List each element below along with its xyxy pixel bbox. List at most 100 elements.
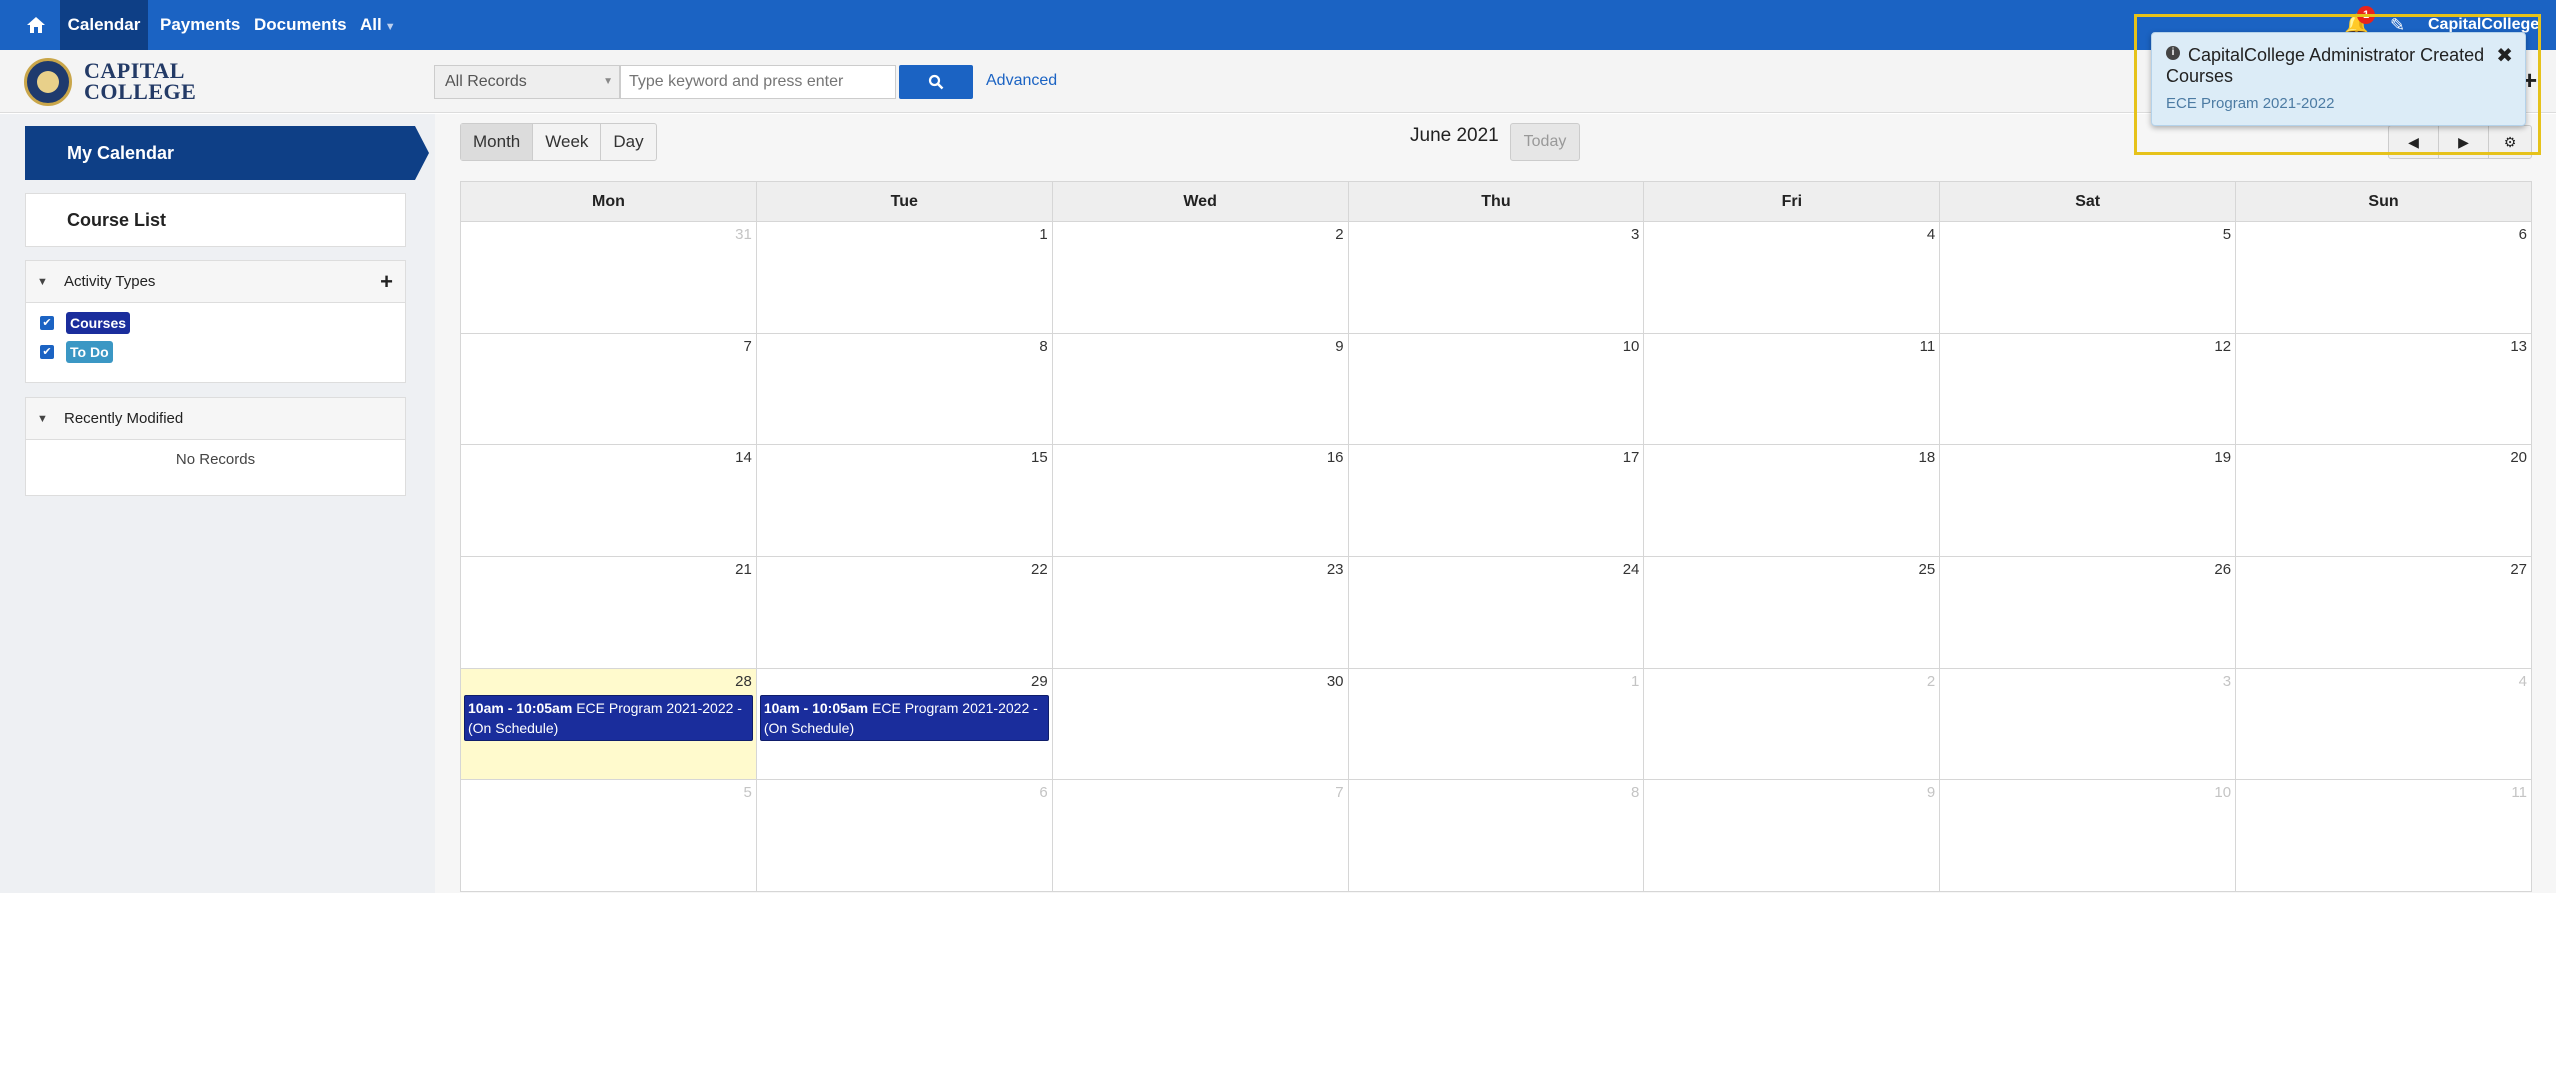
day-cell[interactable]: 11 bbox=[1643, 332, 1941, 446]
day-cell[interactable]: 16 bbox=[1051, 444, 1349, 557]
day-cell[interactable]: 4 bbox=[2235, 667, 2532, 781]
day-number: 27 bbox=[2510, 560, 2527, 578]
view-month-button[interactable]: Month bbox=[461, 124, 534, 160]
home-icon[interactable] bbox=[22, 0, 50, 50]
day-cell[interactable]: 13 bbox=[2235, 332, 2532, 446]
day-cell[interactable]: 17 bbox=[1347, 444, 1645, 557]
day-cell[interactable]: 3 bbox=[1347, 221, 1645, 334]
day-number: 5 bbox=[2222, 226, 2232, 243]
day-cell[interactable]: 20 bbox=[2235, 444, 2532, 557]
day-cell[interactable]: 11 bbox=[2235, 779, 2532, 892]
day-cell[interactable]: 9 bbox=[1643, 779, 1941, 892]
day-cell[interactable]: 4 bbox=[1643, 221, 1941, 334]
day-number: 31 bbox=[735, 226, 752, 243]
toast-subtitle[interactable]: ECE Program 2021-2022 bbox=[2166, 95, 2334, 112]
day-number: 9 bbox=[1335, 337, 1344, 355]
record-type-select[interactable]: All Records ▼ bbox=[434, 65, 620, 99]
day-number: 12 bbox=[2214, 337, 2232, 355]
day-cell[interactable]: 2 bbox=[1051, 221, 1349, 334]
day-cell[interactable]: 7 bbox=[1051, 779, 1349, 892]
day-cell[interactable]: 21 bbox=[460, 555, 757, 669]
day-cell[interactable]: 22 bbox=[755, 555, 1053, 669]
close-icon[interactable]: ✖ bbox=[2496, 43, 2513, 68]
day-cell[interactable]: 15 bbox=[755, 444, 1053, 557]
chevron-down-icon: ▼ bbox=[384, 21, 396, 33]
calendar-event[interactable]: 10am - 10:05am ECE Program 2021-2022 - (… bbox=[759, 694, 1049, 741]
day-number: 3 bbox=[2222, 672, 2232, 690]
nav-payments[interactable]: Payments bbox=[160, 0, 240, 50]
day-cell[interactable]: 5 bbox=[1939, 221, 2237, 334]
calendar-title: June 2021 bbox=[1410, 125, 1499, 146]
nav-all-label: All bbox=[360, 15, 382, 34]
recently-modified-title: Recently Modified bbox=[64, 410, 184, 427]
search-input[interactable] bbox=[620, 65, 896, 99]
view-day-button[interactable]: Day bbox=[601, 124, 655, 160]
day-cell[interactable]: 5 bbox=[460, 779, 757, 892]
day-cell[interactable]: 30 bbox=[1051, 667, 1349, 781]
day-cell[interactable]: 6 bbox=[2235, 221, 2532, 334]
day-cell[interactable]: 3 bbox=[1939, 667, 2237, 781]
nav-calendar[interactable]: Calendar bbox=[60, 0, 148, 50]
sidebar-item-course-list[interactable]: Course List bbox=[25, 193, 406, 247]
day-cell[interactable]: 24 bbox=[1347, 555, 1645, 669]
activity-types-header[interactable]: ▼ Activity Types + bbox=[26, 261, 405, 303]
day-cell[interactable]: 8 bbox=[755, 332, 1053, 446]
day-cell[interactable]: 18 bbox=[1643, 444, 1941, 557]
day-cell[interactable]: 9 bbox=[1051, 332, 1349, 446]
nav-all[interactable]: All ▼ bbox=[360, 0, 396, 50]
day-cell[interactable]: 23 bbox=[1051, 555, 1349, 669]
week-row: 14 15 16 17 18 19 20 bbox=[460, 444, 2532, 557]
courses-checkbox[interactable]: ✔ bbox=[40, 316, 54, 330]
day-number: 20 bbox=[2510, 449, 2527, 467]
day-cell[interactable]: 6 bbox=[755, 779, 1053, 892]
day-cell[interactable]: 14 bbox=[460, 444, 757, 557]
day-cell[interactable]: 7 bbox=[460, 332, 757, 446]
day-cell[interactable]: 27 bbox=[2235, 555, 2532, 669]
day-cell[interactable]: 25 bbox=[1643, 555, 1941, 669]
recently-modified-panel: ▼ Recently Modified No Records bbox=[25, 397, 406, 496]
activity-type-courses: ✔ Courses bbox=[26, 309, 405, 338]
notification-toast[interactable]: i CapitalCollege Administrator Created C… bbox=[2151, 32, 2526, 126]
day-number: 16 bbox=[1326, 449, 1344, 467]
view-week-button[interactable]: Week bbox=[533, 124, 602, 160]
day-cell[interactable]: 1 bbox=[1347, 667, 1645, 781]
day-number: 30 bbox=[1326, 672, 1344, 690]
todo-checkbox[interactable]: ✔ bbox=[40, 345, 54, 359]
calendar-event[interactable]: 10am - 10:05am ECE Program 2021-2022 - (… bbox=[464, 694, 753, 741]
day-cell[interactable]: 2 bbox=[1643, 667, 1941, 781]
record-select-value: All Records bbox=[445, 73, 527, 90]
day-number: 7 bbox=[743, 337, 752, 355]
search-button[interactable] bbox=[899, 65, 973, 99]
day-cell[interactable]: 10 bbox=[1939, 779, 2237, 892]
day-cell-today[interactable]: 28 10am - 10:05am ECE Program 2021-2022 … bbox=[460, 667, 757, 781]
today-button[interactable]: Today bbox=[1510, 123, 1580, 161]
chevron-down-icon: ▼ bbox=[603, 76, 613, 87]
collapse-triangle-icon: ▼ bbox=[37, 413, 48, 425]
day-number: 1 bbox=[1631, 672, 1640, 690]
day-number: 1 bbox=[1039, 226, 1048, 243]
week-row: 31 1 2 3 4 5 6 bbox=[460, 221, 2532, 334]
day-number: 24 bbox=[1622, 560, 1640, 578]
week-row: 7 8 9 10 11 12 13 bbox=[460, 332, 2532, 446]
add-activity-type-icon[interactable]: + bbox=[380, 261, 393, 303]
college-logo-text: CAPITAL COLLEGE bbox=[84, 60, 196, 103]
recently-modified-header[interactable]: ▼ Recently Modified bbox=[26, 398, 405, 440]
day-cell[interactable]: 12 bbox=[1939, 332, 2237, 446]
day-cell[interactable]: 31 bbox=[460, 221, 757, 334]
advanced-search-link[interactable]: Advanced bbox=[986, 72, 1057, 90]
day-cell[interactable]: 29 10am - 10:05am ECE Program 2021-2022 … bbox=[755, 667, 1053, 781]
nav-documents[interactable]: Documents bbox=[254, 0, 347, 50]
day-number: 5 bbox=[743, 784, 752, 802]
day-number: 7 bbox=[1335, 784, 1344, 802]
day-number: 13 bbox=[2510, 337, 2527, 355]
no-records-text: No Records bbox=[175, 451, 256, 468]
day-cell[interactable]: 19 bbox=[1939, 444, 2237, 557]
day-number: 14 bbox=[735, 449, 752, 467]
day-cell[interactable]: 8 bbox=[1347, 779, 1645, 892]
week-row: 21 22 23 24 25 26 27 bbox=[460, 555, 2532, 669]
day-cell[interactable]: 26 bbox=[1939, 555, 2237, 669]
day-cell[interactable]: 1 bbox=[755, 221, 1053, 334]
day-cell[interactable]: 10 bbox=[1347, 332, 1645, 446]
toast-title: CapitalCollege Administrator Created Cou… bbox=[2166, 45, 2485, 86]
sidebar-item-my-calendar[interactable]: My Calendar bbox=[25, 126, 429, 180]
